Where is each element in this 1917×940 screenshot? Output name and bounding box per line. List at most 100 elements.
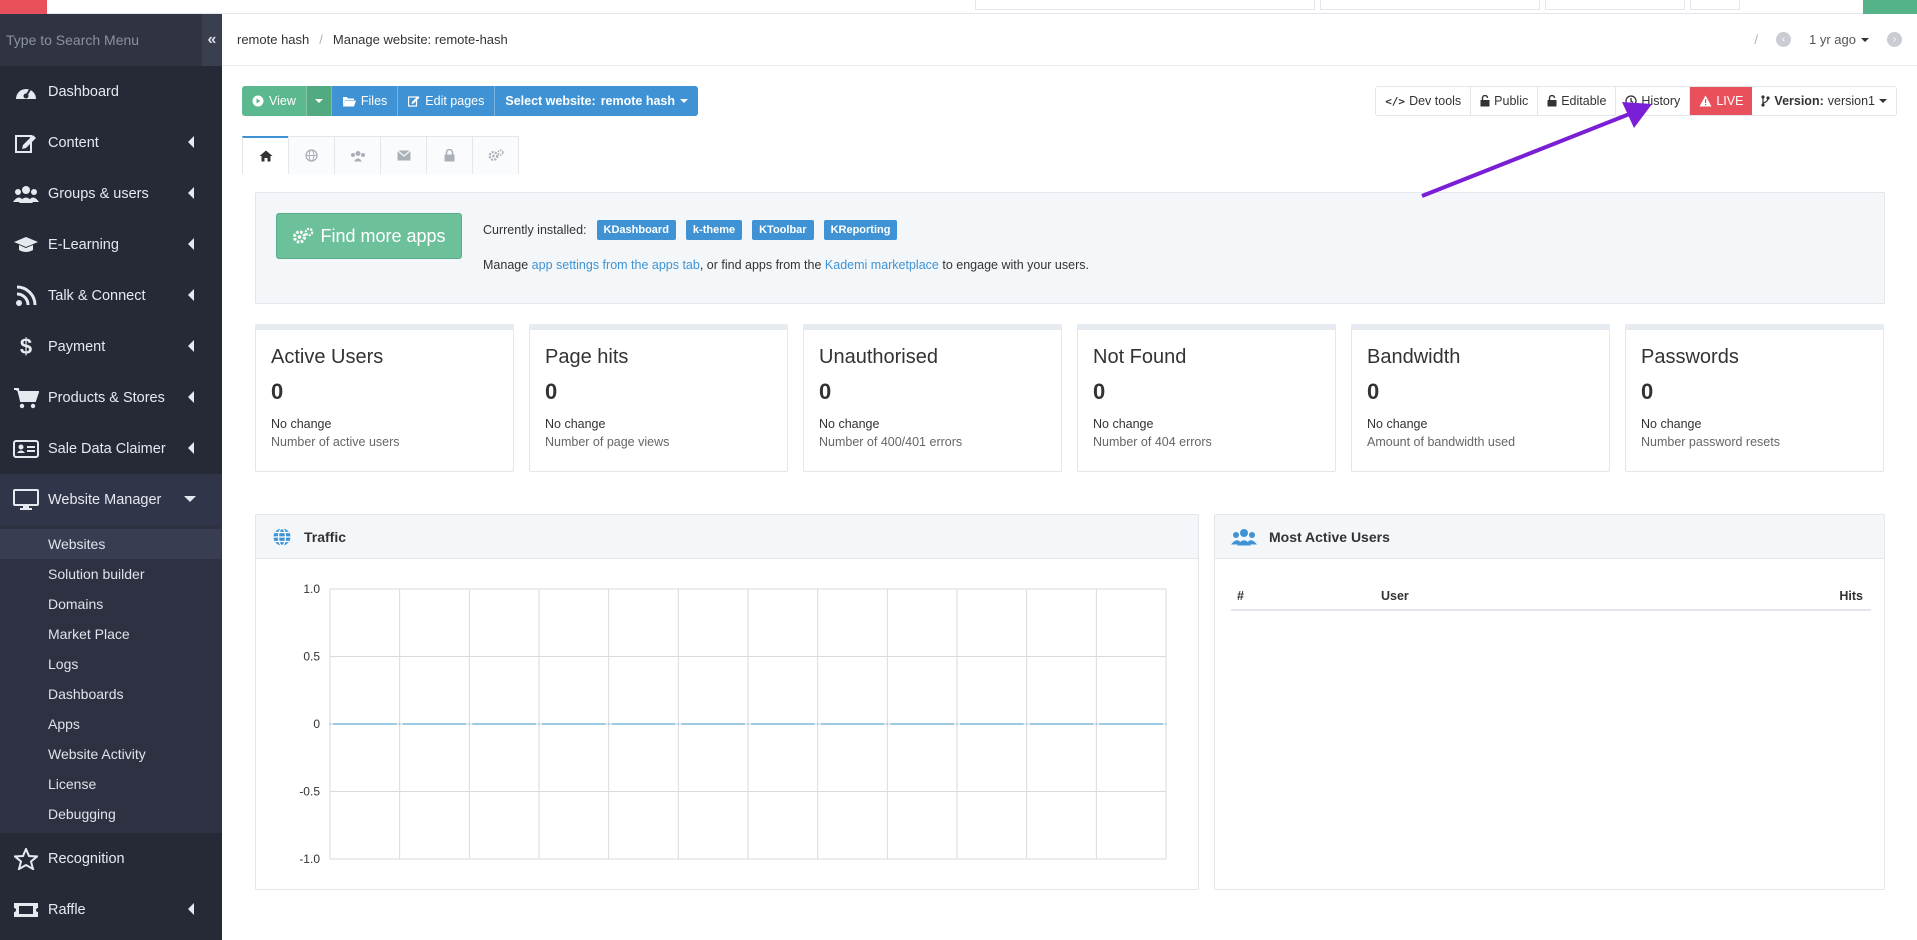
- traffic-title: Traffic: [304, 528, 347, 545]
- sidebar-item-talk-connect[interactable]: Talk & Connect: [0, 270, 222, 321]
- manage-prefix: Manage: [483, 258, 529, 272]
- kademi-marketplace-link[interactable]: Kademi marketplace: [825, 258, 939, 272]
- stat-title: Page hits: [545, 346, 629, 368]
- stat-change: No change: [1367, 417, 1428, 431]
- dev-tools-button[interactable]: </> Dev tools: [1376, 87, 1472, 115]
- editable-button[interactable]: Editable: [1538, 87, 1617, 115]
- submenu-item-apps[interactable]: Apps: [0, 709, 222, 739]
- warning-icon: [1699, 95, 1712, 107]
- gears-icon: [488, 149, 504, 161]
- collapse-sidebar-button[interactable]: «: [202, 14, 222, 66]
- stat-title: Bandwidth: [1367, 346, 1461, 368]
- submenu-item-logs[interactable]: Logs: [0, 649, 222, 679]
- live-button[interactable]: LIVE: [1690, 87, 1753, 115]
- history-back-icon[interactable]: ‹: [1776, 32, 1792, 47]
- sidebar-item-payment[interactable]: $ Payment: [0, 321, 222, 372]
- website-content: View Files Edit pages Select website: re…: [222, 66, 1917, 940]
- app-badge[interactable]: KReporting: [823, 220, 898, 240]
- edit-pages-button[interactable]: Edit pages: [397, 86, 495, 116]
- select-website-dropdown[interactable]: Select website: remote hash: [494, 86, 699, 116]
- version-dropdown[interactable]: Version: version1: [1752, 87, 1896, 115]
- caret-down-icon: [184, 496, 196, 502]
- submenu-item-market-place[interactable]: Market Place: [0, 619, 222, 649]
- caret-left-icon: [188, 187, 194, 199]
- sidebar-item-label: Recognition: [48, 850, 125, 867]
- tab-settings[interactable]: [472, 136, 519, 174]
- tab-email[interactable]: [380, 136, 427, 174]
- submenu-item-dashboards[interactable]: Dashboards: [0, 679, 222, 709]
- tab-domains[interactable]: [288, 136, 335, 174]
- gears-icon: [293, 227, 314, 244]
- apps-settings-link[interactable]: app settings from the apps tab: [532, 258, 700, 272]
- submenu-item-license[interactable]: License: [0, 769, 222, 799]
- submenu-item-domains[interactable]: Domains: [0, 589, 222, 619]
- breadcrumb-root[interactable]: remote hash: [237, 32, 309, 47]
- tab-home[interactable]: [242, 136, 289, 174]
- traffic-chart: 1.0 0.5 0 -0.5 -1.0: [299, 582, 1167, 866]
- sidebar-item-dashboard[interactable]: Dashboard: [0, 66, 222, 117]
- stat-title: Unauthorised: [819, 346, 938, 368]
- sidebar-item-content[interactable]: Content: [0, 117, 222, 168]
- app-badge[interactable]: k-theme: [685, 220, 743, 240]
- chart-y-tick-label: -0.5: [299, 785, 320, 799]
- submenu-item-debugging[interactable]: Debugging: [0, 799, 222, 829]
- column-header-rank[interactable]: #: [1231, 589, 1381, 603]
- caret-down-icon: [680, 99, 689, 103]
- find-more-apps-button[interactable]: Find more apps: [276, 213, 462, 259]
- app-badge[interactable]: KToolbar: [752, 220, 814, 240]
- top-strip: [0, 0, 1917, 14]
- history-time-dropdown[interactable]: 1 yr ago: [1809, 32, 1869, 47]
- sidebar-item-elearning[interactable]: E-Learning: [0, 219, 222, 270]
- code-branch-icon: [1761, 95, 1771, 107]
- code-icon: </>: [1385, 94, 1406, 108]
- history-navigation: / ‹ 1 yr ago ›: [1754, 32, 1902, 47]
- column-header-user[interactable]: User: [1381, 589, 1791, 603]
- dev-tools-label: Dev tools: [1409, 94, 1462, 108]
- stat-title: Not Found: [1093, 346, 1187, 368]
- breadcrumb-current: Manage website: remote-hash: [332, 32, 508, 47]
- history-button[interactable]: History: [1616, 87, 1691, 115]
- public-button[interactable]: Public: [1471, 87, 1539, 115]
- sidebar-item-raffle[interactable]: Raffle: [0, 884, 222, 935]
- submenu-item-website-activity[interactable]: Website Activity: [0, 739, 222, 769]
- view-button[interactable]: View: [242, 86, 306, 116]
- files-button[interactable]: Files: [330, 86, 398, 116]
- chart-data-point: [607, 723, 610, 725]
- stat-card-active-users: Active Users 0 No change Number of activ…: [255, 324, 514, 472]
- stat-change: No change: [1093, 417, 1154, 431]
- version-value: version1: [1827, 94, 1875, 108]
- submenu-item-solution-builder[interactable]: Solution builder: [0, 559, 222, 589]
- rss-icon: [12, 284, 40, 308]
- history-forward-icon[interactable]: ›: [1887, 32, 1902, 47]
- stat-card-not-found: Not Found 0 No change Number of 404 erro…: [1077, 324, 1336, 472]
- graduation-cap-icon: [12, 233, 40, 257]
- stat-card-unauthorised: Unauthorised 0 No change Number of 400/4…: [803, 324, 1062, 472]
- sidebar-item-website-manager[interactable]: Website Manager: [0, 474, 222, 525]
- ticket-icon: [12, 898, 40, 922]
- traffic-panel: Traffic 1.0 0.5 0 -0.5 -1.0: [255, 514, 1199, 890]
- view-dropdown-toggle[interactable]: [305, 86, 331, 116]
- tab-security[interactable]: [426, 136, 473, 174]
- dashboard-gauge-icon: [12, 80, 40, 104]
- top-seg-2[interactable]: [1545, 0, 1685, 10]
- unlock-icon: [1480, 95, 1490, 107]
- submenu-item-websites[interactable]: Websites: [0, 529, 222, 559]
- live-label: LIVE: [1716, 94, 1744, 108]
- tab-groups[interactable]: [334, 136, 381, 174]
- menu-search-input[interactable]: [0, 14, 202, 66]
- app-badge[interactable]: KDashboard: [596, 220, 676, 240]
- most-active-users-table-header: # User Hits: [1231, 583, 1871, 611]
- cart-icon: [12, 386, 40, 410]
- column-header-hits[interactable]: Hits: [1791, 589, 1871, 603]
- top-seg-3[interactable]: [1690, 0, 1740, 10]
- top-search-box[interactable]: [975, 0, 1315, 10]
- unlock-icon: [1547, 95, 1557, 107]
- sidebar-item-products-stores[interactable]: Products & Stores: [0, 372, 222, 423]
- stat-description: Number of page views: [545, 435, 670, 449]
- most-active-users-title: Most Active Users: [1269, 528, 1390, 545]
- sidebar-item-recognition[interactable]: Recognition: [0, 833, 222, 884]
- history-label: History: [1641, 94, 1681, 108]
- sidebar-item-groups-users[interactable]: Groups & users: [0, 168, 222, 219]
- sidebar-item-sale-data-claimer[interactable]: Sale Data Claimer: [0, 423, 222, 474]
- top-seg-1[interactable]: [1320, 0, 1540, 10]
